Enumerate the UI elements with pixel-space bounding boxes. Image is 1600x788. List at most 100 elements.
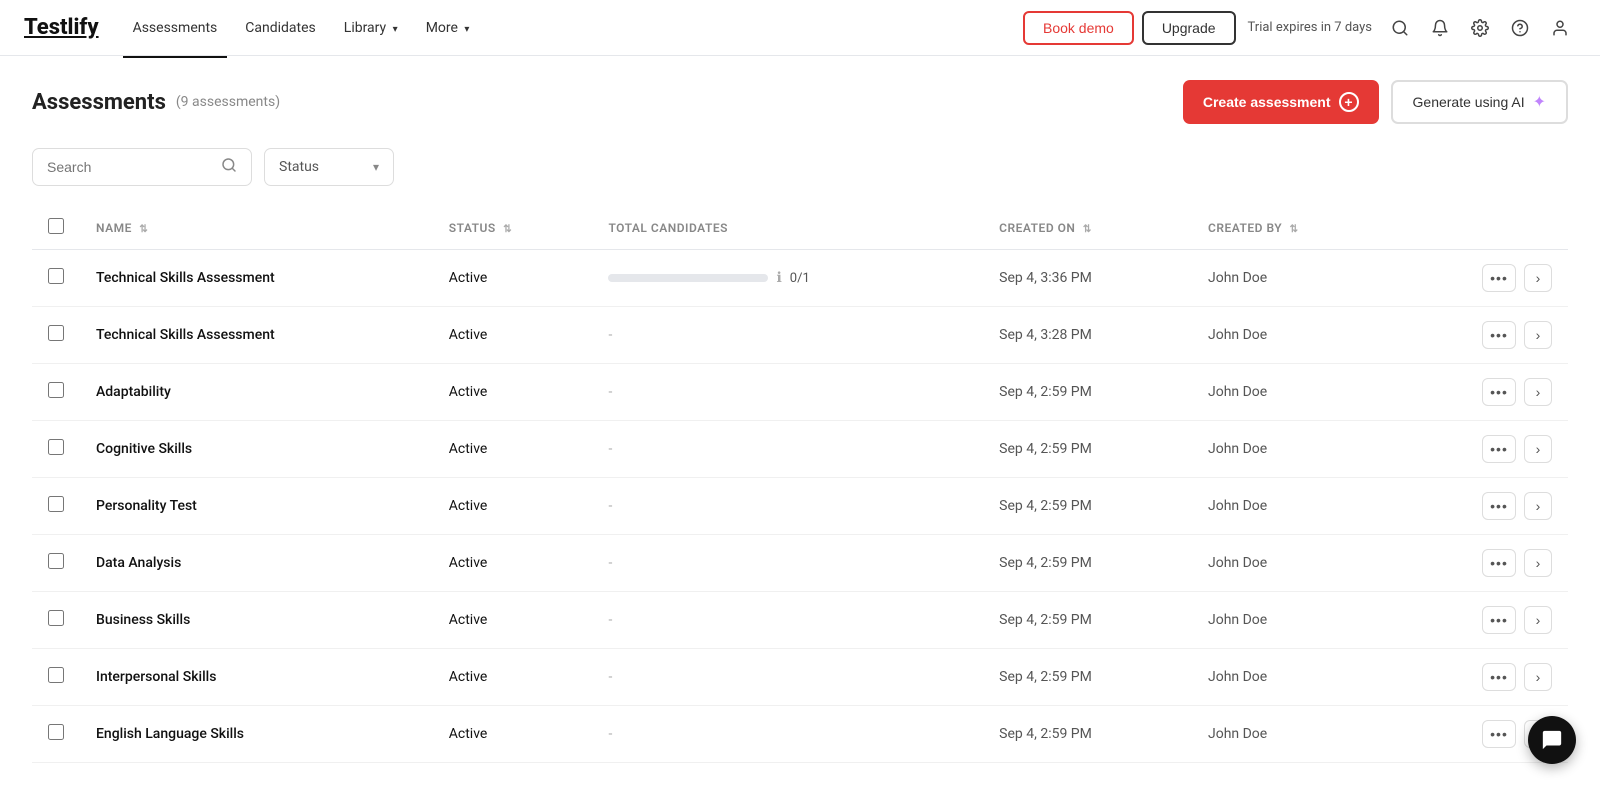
table-row: Business Skills Active - Sep 4, 2:59 PM …: [32, 592, 1568, 649]
page-header: Assessments (9 assessments) Create asses…: [32, 80, 1568, 124]
nav-assessments[interactable]: Assessments: [123, 14, 228, 42]
assessment-name[interactable]: Business Skills: [96, 612, 190, 628]
info-icon[interactable]: ℹ: [776, 270, 781, 286]
assessment-name[interactable]: Personality Test: [96, 498, 197, 514]
more-options-button[interactable]: •••: [1482, 720, 1516, 748]
row-actions: ••• ›: [1413, 378, 1552, 406]
assessment-name-cell: Business Skills: [80, 592, 433, 649]
created-by-cell: John Doe: [1192, 364, 1397, 421]
search-icon[interactable]: [1384, 12, 1416, 44]
row-checkbox-cell: [32, 592, 80, 649]
more-options-button[interactable]: •••: [1482, 549, 1516, 577]
created-on-cell: Sep 4, 2:59 PM: [983, 535, 1192, 592]
search-icon: [221, 157, 237, 177]
more-options-button[interactable]: •••: [1482, 492, 1516, 520]
more-options-button[interactable]: •••: [1482, 435, 1516, 463]
total-candidates-cell: -: [592, 535, 983, 592]
assessment-name[interactable]: Adaptability: [96, 384, 171, 400]
help-icon[interactable]: [1504, 12, 1536, 44]
book-demo-button[interactable]: Book demo: [1023, 11, 1134, 45]
table-row: Adaptability Active - Sep 4, 2:59 PM Joh…: [32, 364, 1568, 421]
more-options-button[interactable]: •••: [1482, 321, 1516, 349]
open-assessment-button[interactable]: ›: [1524, 264, 1552, 292]
created-on-value: Sep 4, 2:59 PM: [999, 612, 1092, 628]
row-actions-cell: ••• ›: [1397, 649, 1568, 706]
assessment-name[interactable]: Cognitive Skills: [96, 441, 192, 457]
total-candidates-cell: -: [592, 421, 983, 478]
open-assessment-button[interactable]: ›: [1524, 378, 1552, 406]
created-on-sort-icon[interactable]: ⇅: [1083, 224, 1092, 235]
created-by-cell: John Doe: [1192, 250, 1397, 307]
row-checkbox[interactable]: [48, 496, 64, 512]
row-checkbox-cell: [32, 706, 80, 763]
nav-candidates[interactable]: Candidates: [235, 14, 326, 42]
total-candidates-column-header: TOTAL CANDIDATES: [592, 206, 983, 250]
created-by-sort-icon[interactable]: ⇅: [1290, 224, 1299, 235]
total-candidates-cell: -: [592, 649, 983, 706]
create-assessment-button[interactable]: Create assessment +: [1183, 80, 1379, 124]
assessment-name-cell: English Language Skills: [80, 706, 433, 763]
row-actions-cell: ••• ›: [1397, 250, 1568, 307]
generate-ai-button[interactable]: Generate using AI ✦: [1391, 80, 1568, 124]
no-candidates: -: [608, 555, 612, 571]
created-by-column-header: CREATED BY ⇅: [1192, 206, 1397, 250]
row-checkbox[interactable]: [48, 724, 64, 740]
status-value: Active: [449, 555, 488, 571]
row-checkbox[interactable]: [48, 667, 64, 683]
open-assessment-button[interactable]: ›: [1524, 492, 1552, 520]
assessments-table: NAME ⇅ STATUS ⇅ TOTAL CANDIDATES CREATED…: [32, 206, 1568, 763]
name-sort-icon[interactable]: ⇅: [139, 224, 148, 235]
filters: Status ▾: [32, 148, 1568, 186]
more-options-button[interactable]: •••: [1482, 606, 1516, 634]
assessment-name[interactable]: Data Analysis: [96, 555, 181, 571]
logo[interactable]: Testlify: [24, 15, 99, 40]
row-checkbox[interactable]: [48, 325, 64, 341]
created-by-cell: John Doe: [1192, 592, 1397, 649]
status-value: Active: [449, 441, 488, 457]
open-assessment-button[interactable]: ›: [1524, 663, 1552, 691]
user-icon[interactable]: [1544, 12, 1576, 44]
assessment-name-cell: Cognitive Skills: [80, 421, 433, 478]
status-label: Status: [279, 159, 365, 175]
open-assessment-button[interactable]: ›: [1524, 606, 1552, 634]
created-by-cell: John Doe: [1192, 307, 1397, 364]
more-options-button[interactable]: •••: [1482, 378, 1516, 406]
assessment-name[interactable]: English Language Skills: [96, 726, 244, 742]
row-checkbox[interactable]: [48, 439, 64, 455]
status-cell: Active: [433, 478, 593, 535]
open-assessment-button[interactable]: ›: [1524, 321, 1552, 349]
status-value: Active: [449, 384, 488, 400]
upgrade-button[interactable]: Upgrade: [1142, 11, 1236, 45]
more-options-button[interactable]: •••: [1482, 663, 1516, 691]
table-row: Interpersonal Skills Active - Sep 4, 2:5…: [32, 649, 1568, 706]
row-checkbox[interactable]: [48, 610, 64, 626]
table-row: Technical Skills Assessment Active - Sep…: [32, 307, 1568, 364]
row-actions: ••• ›: [1413, 606, 1552, 634]
assessment-name[interactable]: Technical Skills Assessment: [96, 327, 275, 343]
row-actions-cell: ••• ›: [1397, 421, 1568, 478]
nav-more[interactable]: More ▾: [416, 14, 480, 42]
assessment-name[interactable]: Interpersonal Skills: [96, 669, 216, 685]
row-actions-cell: ••• ›: [1397, 364, 1568, 421]
nav-library[interactable]: Library ▾: [334, 14, 408, 42]
navbar: Testlify Assessments Candidates Library …: [0, 0, 1600, 56]
select-all-checkbox[interactable]: [48, 218, 64, 234]
open-assessment-button[interactable]: ›: [1524, 549, 1552, 577]
row-checkbox[interactable]: [48, 382, 64, 398]
row-actions: ••• ›: [1413, 549, 1552, 577]
settings-icon[interactable]: [1464, 12, 1496, 44]
total-candidates-cell: -: [592, 307, 983, 364]
status-dropdown[interactable]: Status ▾: [264, 148, 394, 186]
notifications-icon[interactable]: [1424, 12, 1456, 44]
more-options-button[interactable]: •••: [1482, 264, 1516, 292]
trial-badge: Trial expires in 7 days: [1244, 20, 1376, 35]
search-box[interactable]: [32, 148, 252, 186]
row-checkbox[interactable]: [48, 268, 64, 284]
created-on-cell: Sep 4, 3:28 PM: [983, 307, 1192, 364]
search-input[interactable]: [47, 159, 215, 175]
assessment-name[interactable]: Technical Skills Assessment: [96, 270, 275, 286]
row-checkbox[interactable]: [48, 553, 64, 569]
chat-support-button[interactable]: [1528, 716, 1576, 764]
open-assessment-button[interactable]: ›: [1524, 435, 1552, 463]
status-sort-icon[interactable]: ⇅: [503, 224, 512, 235]
